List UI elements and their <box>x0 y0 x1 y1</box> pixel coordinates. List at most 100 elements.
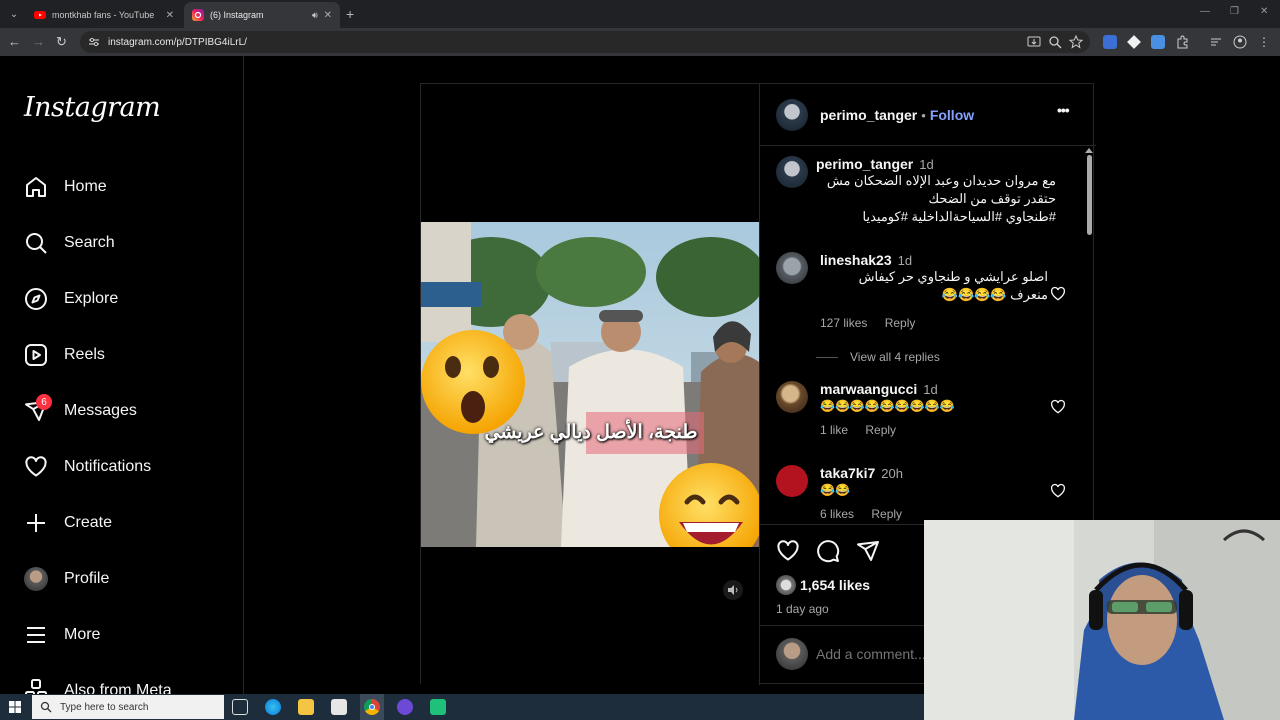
comment-username[interactable]: taka7ki7 <box>820 465 875 481</box>
commenter-avatar[interactable] <box>776 465 808 497</box>
comment-text: 😂😂😂😂😂😂😂😂😂 <box>820 399 955 413</box>
install-app-icon[interactable] <box>1027 35 1041 49</box>
youtube-icon <box>34 11 46 19</box>
url-text: instagram.com/p/DTPIBG4iLrL/ <box>108 36 247 48</box>
tab-search-chevron-icon[interactable]: ⌄ <box>6 6 22 22</box>
sidebar-item-reels[interactable]: Reels <box>24 341 105 369</box>
comment-likes[interactable]: 127 likes <box>820 316 867 330</box>
tab-instagram[interactable]: (6) Instagram 🔊︎ ✕ <box>184 2 340 28</box>
sidebar-item-label: Create <box>64 514 113 531</box>
comment-username[interactable]: marwaangucci <box>820 381 917 397</box>
compass-icon <box>25 288 47 310</box>
sidebar-item-messages[interactable]: 6 Messages <box>24 394 137 425</box>
caption-username[interactable]: perimo_tanger <box>816 156 913 172</box>
sidebar-item-explore[interactable]: Explore <box>24 285 118 313</box>
likes-count[interactable]: 1,654 likes <box>800 577 870 593</box>
microsoft-store-icon[interactable] <box>331 699 347 715</box>
chrome-taskbar-button[interactable] <box>360 694 384 720</box>
home-icon <box>26 177 46 197</box>
extension-image-icon[interactable] <box>1151 35 1165 49</box>
reload-icon[interactable]: ↻ <box>56 34 67 50</box>
site-info-icon[interactable] <box>88 36 100 48</box>
like-heart-icon[interactable] <box>776 539 800 563</box>
close-window-icon[interactable]: ✕ <box>1260 6 1268 17</box>
close-tab-icon[interactable]: ✕ <box>166 10 174 21</box>
comment: lineshak23 1d اصلو عرايشي و طنجاوي حر كي… <box>776 252 1076 372</box>
address-bar[interactable]: instagram.com/p/DTPIBG4iLrL/ <box>80 31 1090 53</box>
task-view-icon[interactable] <box>232 699 248 715</box>
comment-text: منعرف 😂😂😂😂 <box>941 287 1048 302</box>
back-icon[interactable]: ← <box>8 34 21 49</box>
minimize-icon[interactable]: — <box>1200 6 1210 17</box>
menu-icon <box>27 627 45 643</box>
commenter-avatar[interactable] <box>776 252 808 284</box>
share-icon[interactable] <box>856 539 880 563</box>
profile-icon[interactable] <box>1233 35 1247 49</box>
edge-browser-icon[interactable] <box>265 699 281 715</box>
media-controls-icon[interactable] <box>1209 35 1223 49</box>
comment-bubble-icon[interactable] <box>816 539 840 563</box>
like-comment-heart-icon[interactable] <box>1050 286 1066 302</box>
extension-diamond-icon[interactable] <box>1127 35 1141 49</box>
sidebar-item-home[interactable]: Home <box>24 173 107 201</box>
tab-title: (6) Instagram <box>210 10 264 20</box>
scroll-up-icon[interactable] <box>1085 148 1093 153</box>
sidebar-item-more[interactable]: More <box>24 621 100 649</box>
like-comment-heart-icon[interactable] <box>1050 483 1066 499</box>
follow-button[interactable]: Follow <box>930 107 974 123</box>
forward-icon[interactable]: → <box>32 34 45 49</box>
sidebar-item-label: Reels <box>64 346 105 363</box>
tab-youtube[interactable]: montkhab fans - YouTube ✕ <box>26 2 182 28</box>
taskbar-search-box[interactable]: Type here to search <box>32 695 224 719</box>
comment-time: 20h <box>881 466 903 481</box>
video-frame <box>421 222 759 547</box>
zoom-icon[interactable] <box>1048 35 1062 49</box>
scroll-thumb[interactable] <box>1086 155 1092 235</box>
caption-time: 1d <box>919 157 934 172</box>
sound-toggle-button[interactable] <box>723 580 743 600</box>
like-comment-heart-icon[interactable] <box>1050 399 1066 415</box>
screen-recorder-icon[interactable] <box>397 699 413 715</box>
comment: taka7ki7 20h 😂😂 6 likes Reply <box>776 465 1076 524</box>
restore-icon[interactable]: ❐ <box>1230 6 1239 17</box>
reply-button[interactable]: Reply <box>865 423 896 437</box>
close-tab-icon[interactable]: ✕ <box>324 10 332 21</box>
browser-toolbar: ← → ↻ instagram.com/p/DTPIBG4iLrL/ ⋮ <box>0 28 1280 56</box>
sidebar-item-create[interactable]: Create <box>24 509 112 537</box>
author-username[interactable]: perimo_tanger <box>820 107 917 123</box>
author-avatar[interactable] <box>776 156 808 188</box>
bookmark-star-icon[interactable] <box>1069 35 1083 49</box>
windows-start-icon[interactable] <box>9 701 21 713</box>
sidebar-item-search[interactable]: Search <box>24 229 115 257</box>
comments-scrollbar[interactable] <box>1085 148 1093 522</box>
commenter-avatar[interactable] <box>776 381 808 413</box>
reply-button[interactable]: Reply <box>885 316 916 330</box>
comments-list[interactable]: perimo_tanger 1d مع مروان حديدان وعبد ال… <box>760 146 1096 524</box>
post-date[interactable]: 1 day ago <box>776 602 829 616</box>
view-replies-button[interactable]: View all 4 replies <box>850 350 940 364</box>
translate-extension-icon[interactable] <box>1103 35 1117 49</box>
sidebar-item-label: Search <box>64 234 115 251</box>
app-icon[interactable] <box>430 699 446 715</box>
post-caption: perimo_tanger 1d مع مروان حديدان وعبد ال… <box>776 156 1076 236</box>
comment-likes[interactable]: 1 like <box>820 423 848 437</box>
more-options-icon[interactable]: ••• <box>1057 102 1070 118</box>
comment: marwaangucci 1d 😂😂😂😂😂😂😂😂😂 1 like Reply <box>776 381 1076 451</box>
chrome-icon-center <box>369 704 375 710</box>
comment-likes[interactable]: 6 likes <box>820 507 854 521</box>
comment-username[interactable]: lineshak23 <box>820 252 892 268</box>
sidebar-item-profile[interactable]: Profile <box>24 565 109 593</box>
reply-button[interactable]: Reply <box>871 507 902 521</box>
caption-hashtags[interactable]: #طنجاوي #السياحةالداخلية #كوميديا <box>816 208 1056 226</box>
extensions-puzzle-icon[interactable] <box>1175 35 1189 49</box>
file-explorer-icon[interactable] <box>298 699 314 715</box>
new-tab-button[interactable]: + <box>346 6 354 22</box>
instagram-logo[interactable]: Instagram <box>24 92 161 123</box>
video-player[interactable]: طنجة، الأصل ديالي عريشي <box>421 222 759 547</box>
caption-line: حتقدر توقف من الضحك <box>928 191 1056 206</box>
author-avatar[interactable] <box>776 99 808 131</box>
liker-avatar[interactable] <box>776 575 796 595</box>
browser-menu-icon[interactable]: ⋮ <box>1257 35 1271 49</box>
sidebar-item-notifications[interactable]: Notifications <box>24 453 151 481</box>
speaker-icon[interactable]: 🔊︎ <box>312 10 318 21</box>
